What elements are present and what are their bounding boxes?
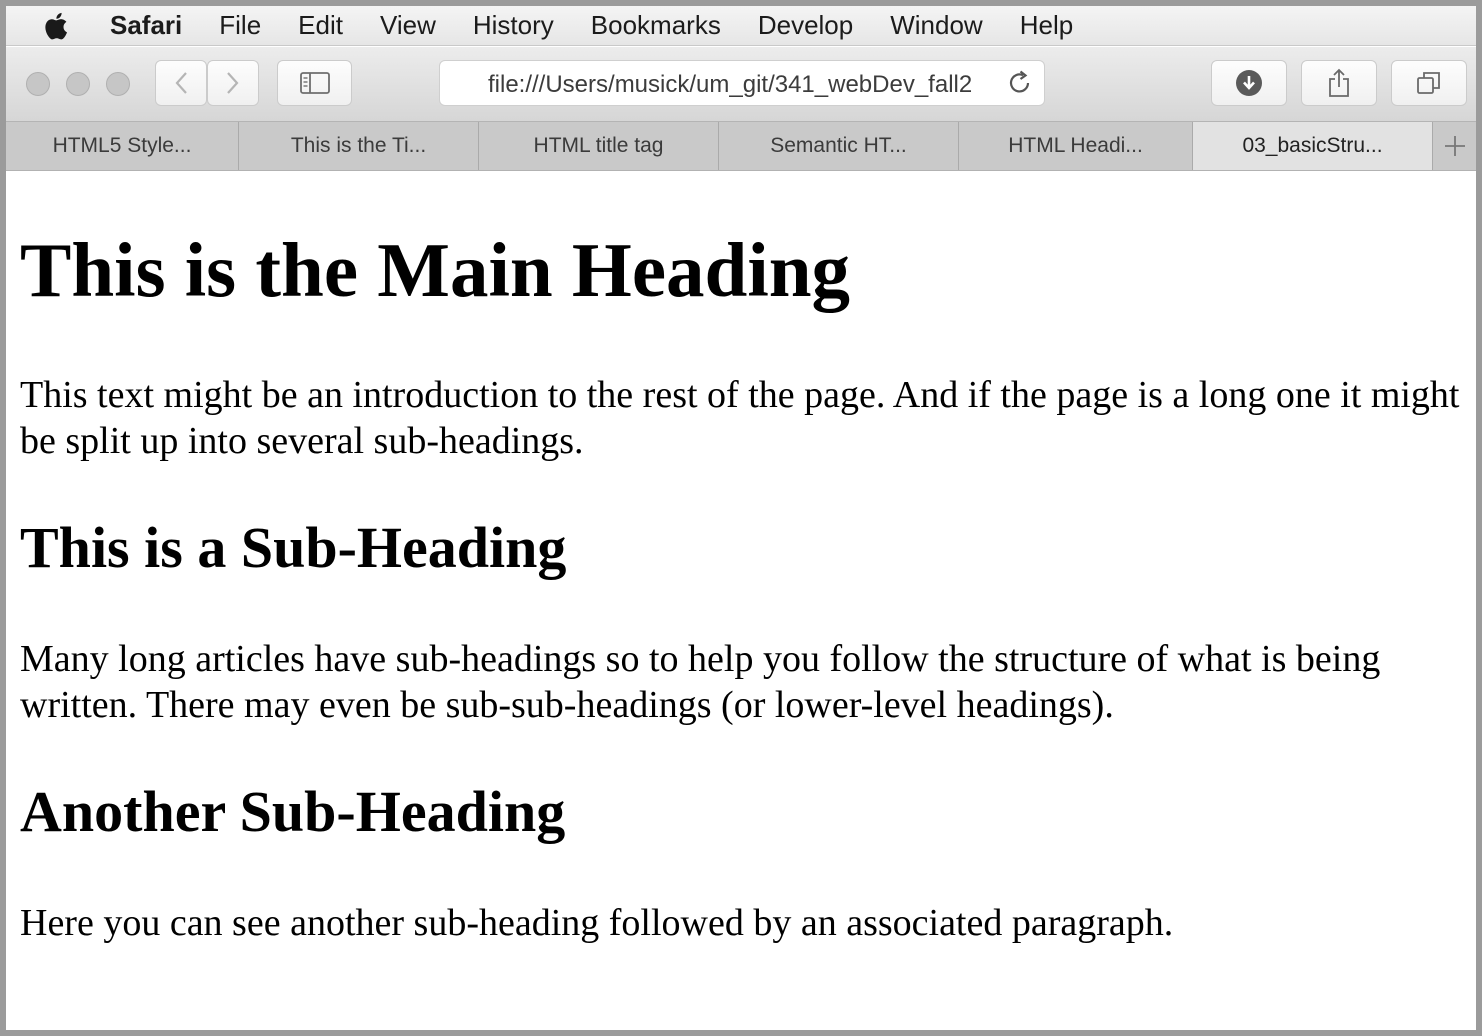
menu-edit[interactable]: Edit	[298, 10, 343, 41]
sub-heading-2: Another Sub-Heading	[20, 779, 566, 844]
sub-heading-2-paragraph: Here you can see another sub-heading fol…	[20, 902, 1174, 944]
downloads-button[interactable]	[1211, 60, 1287, 106]
tab-semantic-html[interactable]: Semantic HT...	[719, 122, 959, 170]
chevron-left-icon	[175, 72, 187, 94]
tabs-icon	[1417, 72, 1440, 94]
tab-label: HTML Headi...	[1008, 134, 1143, 157]
main-heading: This is the Main Heading	[20, 227, 851, 313]
page-content: This is the Main Heading This text might…	[6, 172, 1476, 1030]
chevron-right-icon	[227, 72, 239, 94]
tab-label: 03_basicStru...	[1242, 134, 1383, 157]
reload-icon[interactable]	[1006, 69, 1034, 97]
share-button[interactable]	[1301, 60, 1377, 106]
download-icon	[1236, 70, 1262, 96]
menu-window[interactable]: Window	[890, 10, 982, 41]
plus-icon	[1444, 136, 1465, 156]
menu-help[interactable]: Help	[1020, 10, 1073, 41]
new-tab-button[interactable]	[1433, 122, 1476, 170]
tab-label: Semantic HT...	[770, 134, 907, 157]
close-window-button[interactable]	[26, 72, 50, 96]
browser-window: Safari File Edit View History Bookmarks …	[6, 6, 1476, 1030]
minimize-window-button[interactable]	[66, 72, 90, 96]
tab-label: HTML title tag	[533, 134, 664, 157]
tab-html-headings[interactable]: HTML Headi...	[959, 122, 1193, 170]
intro-paragraph: This text might be an introduction to th…	[20, 374, 1460, 462]
address-text[interactable]: file:///Users/musick/um_git/341_webDev_f…	[488, 71, 984, 99]
tab-bar: HTML5 Style... This is the Ti... HTML ti…	[6, 121, 1476, 171]
tab-html5-style[interactable]: HTML5 Style...	[6, 122, 239, 170]
tab-label: This is the Ti...	[290, 134, 427, 157]
sub-heading-1-paragraph: Many long articles have sub-headings so …	[20, 638, 1381, 726]
tab-label: HTML5 Style...	[52, 134, 192, 157]
menu-view[interactable]: View	[380, 10, 436, 41]
menu-bookmarks[interactable]: Bookmarks	[591, 10, 721, 41]
menu-history[interactable]: History	[473, 10, 554, 41]
tab-overview-button[interactable]	[1391, 60, 1467, 106]
forward-button[interactable]	[207, 60, 259, 106]
sidebar-icon	[299, 72, 330, 94]
tab-html-title-tag[interactable]: HTML title tag	[479, 122, 719, 170]
back-button[interactable]	[155, 60, 207, 106]
menu-bar: Safari File Edit View History Bookmarks …	[6, 6, 1476, 46]
sidebar-toggle-button[interactable]	[277, 60, 352, 106]
address-bar[interactable]: file:///Users/musick/um_git/341_webDev_f…	[439, 60, 1045, 106]
apple-logo-icon[interactable]	[40, 11, 70, 41]
menu-file[interactable]: File	[219, 10, 261, 41]
menu-develop[interactable]: Develop	[758, 10, 853, 41]
menu-safari[interactable]: Safari	[110, 10, 182, 41]
share-icon	[1329, 68, 1349, 97]
tab-this-is-the-title[interactable]: This is the Ti...	[239, 122, 479, 170]
zoom-window-button[interactable]	[106, 72, 130, 96]
tab-basic-structure-active[interactable]: 03_basicStru...	[1193, 122, 1433, 170]
sub-heading-1: This is a Sub-Heading	[20, 515, 567, 580]
